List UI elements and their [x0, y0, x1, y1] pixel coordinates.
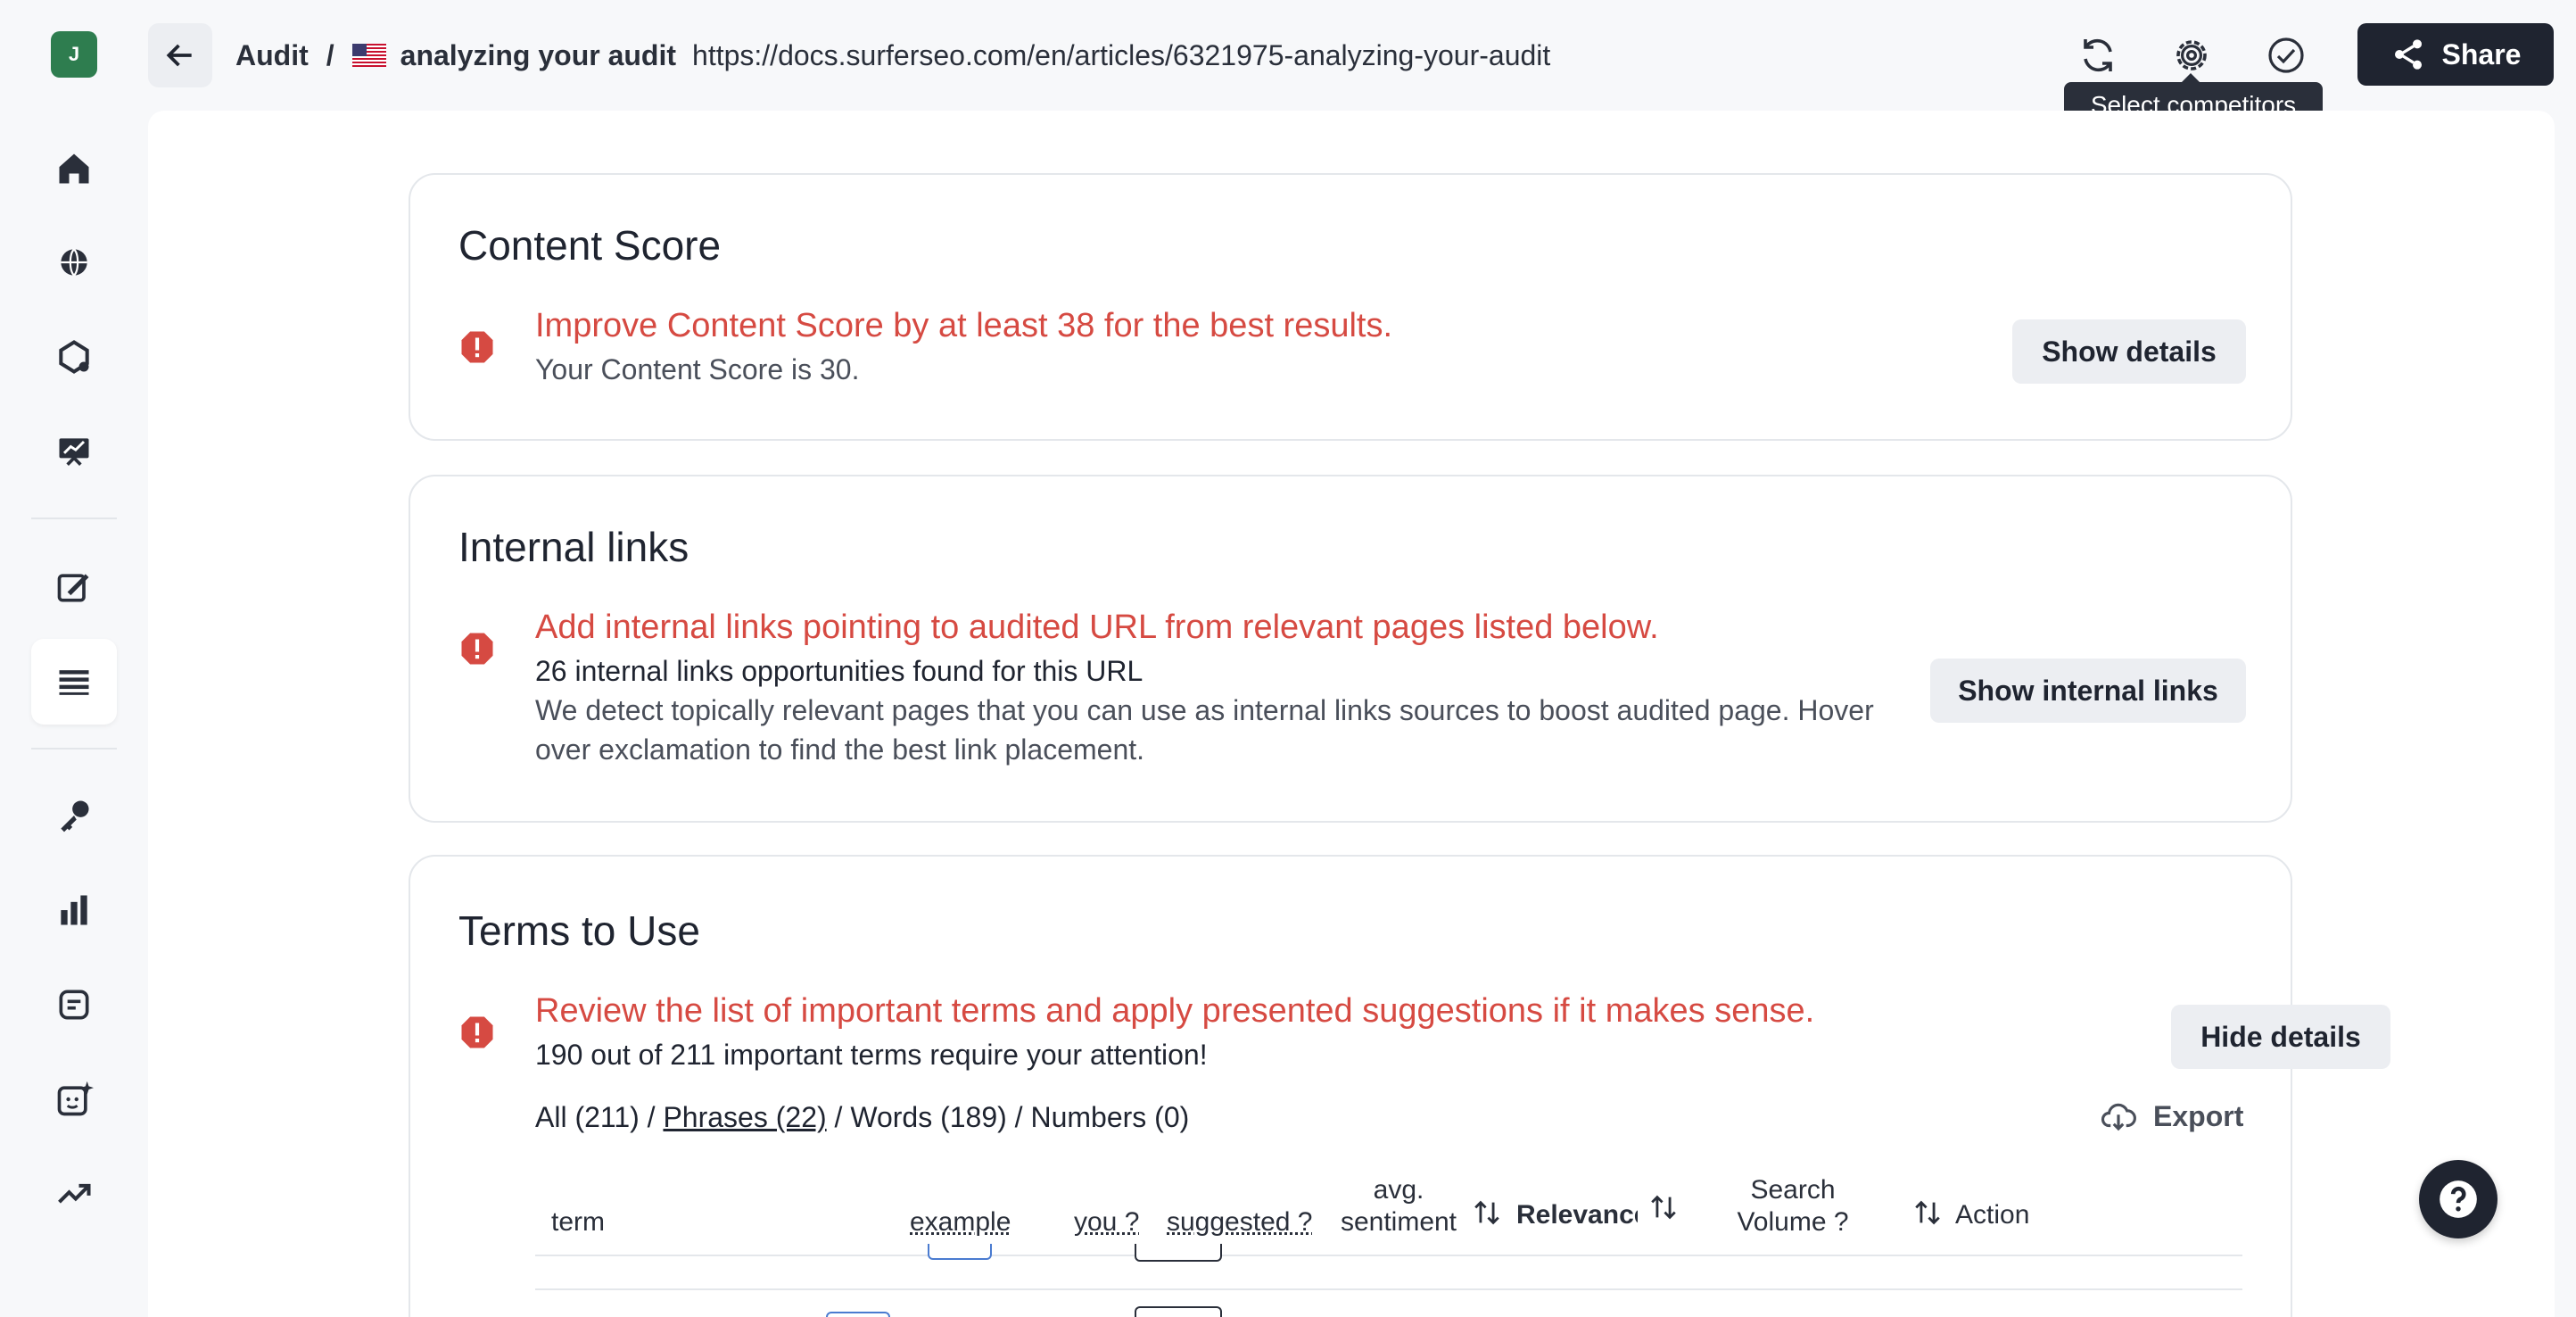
row-example-box[interactable] [1135, 1244, 1222, 1262]
arrow-left-icon [166, 44, 192, 67]
filter-numbers[interactable]: Numbers (0) [1030, 1101, 1189, 1134]
terms-title: Terms to Use [458, 907, 700, 954]
sidebar: J [0, 0, 148, 1317]
ai-sparkle-icon[interactable] [31, 1056, 117, 1142]
back-button[interactable] [148, 23, 212, 87]
internal-links-title: Internal links [458, 524, 689, 570]
bar-chart-icon[interactable] [31, 867, 117, 953]
alert-octagon-icon [461, 331, 493, 363]
trending-icon[interactable] [31, 1151, 117, 1237]
column-sentiment-label: sentiment [1340, 1207, 1457, 1237]
column-you[interactable]: you ? [1074, 1206, 1139, 1238]
content-score-title: Content Score [458, 222, 722, 269]
alert-octagon-icon [461, 633, 493, 665]
breadcrumb-separator: / [326, 38, 334, 71]
page-title: analyzing your audit [400, 38, 677, 71]
breadcrumb: Audit / analyzing your audit https://doc… [235, 32, 1550, 79]
main-panel: Content Score Improve Content Score by a… [148, 111, 2555, 1317]
row-badge [928, 1244, 992, 1260]
breadcrumb-audit[interactable]: Audit [235, 39, 309, 72]
table-row-divider [535, 1288, 2242, 1290]
us-flag-icon [351, 44, 386, 67]
sort-icon[interactable] [1472, 1197, 1502, 1228]
export-button[interactable]: Export [2100, 1098, 2243, 1135]
share-button[interactable]: Share [2357, 23, 2554, 86]
column-action[interactable]: Action [1955, 1199, 2029, 1231]
show-internal-links-button[interactable]: Show internal links [1930, 658, 2246, 723]
column-search-label: Search [1750, 1175, 1836, 1205]
filter-separator: / [639, 1101, 664, 1133]
filter-separator: / [1006, 1101, 1031, 1133]
avatar[interactable]: J [51, 31, 97, 78]
cloud-download-icon [2101, 1103, 2136, 1131]
internal-links-card: Internal links Add internal links pointi… [409, 475, 2292, 823]
table-header-divider [535, 1255, 2242, 1256]
column-example[interactable]: example [910, 1206, 1011, 1238]
plugin-icon[interactable] [31, 314, 117, 400]
column-suggested[interactable]: suggested ? [1167, 1206, 1312, 1238]
share-label: Share [2441, 37, 2522, 70]
internal-links-detail: 26 internal links opportunities found fo… [535, 655, 1144, 687]
column-avg-label: avg. [1373, 1175, 1424, 1205]
column-volume-label: Volume ? [1737, 1207, 1849, 1237]
term-filters: All (211) / Phrases (22) / Words (189) /… [535, 1101, 1189, 1134]
column-search-volume[interactable]: Search Volume ? [1721, 1174, 1864, 1238]
sidebar-divider [31, 518, 117, 519]
refresh-icon[interactable] [2069, 27, 2126, 84]
sort-icon[interactable] [1912, 1197, 1943, 1228]
filter-all[interactable]: All (211) [535, 1101, 640, 1134]
column-relevance[interactable]: Relevance [1516, 1199, 1638, 1231]
page-url: https://docs.surferseo.com/en/articles/6… [692, 38, 1551, 71]
sidebar-divider [31, 748, 117, 750]
question-icon [2440, 1180, 2477, 1218]
filter-separator: / [826, 1101, 851, 1133]
terms-card: Terms to Use Review the list of importan… [409, 855, 2390, 1317]
key-icon[interactable] [31, 773, 117, 858]
show-details-button[interactable]: Show details [2012, 319, 2246, 384]
content-score-detail: Your Content Score is 30. [535, 353, 860, 385]
internal-links-alert: Add internal links pointing to audited U… [535, 609, 1659, 646]
export-label: Export [2153, 1099, 2244, 1132]
filter-phrases[interactable]: Phrases (22) [663, 1101, 826, 1134]
content-score-alert: Improve Content Score by at least 38 for… [535, 307, 1393, 344]
internal-links-description: We detect topically relevant pages that … [535, 694, 1874, 766]
share-icon [2394, 39, 2422, 70]
hide-details-button[interactable]: Hide details [2171, 1005, 2390, 1069]
home-icon[interactable] [31, 126, 117, 211]
content-score-card: Content Score Improve Content Score by a… [409, 173, 2292, 441]
column-avg-sentiment[interactable]: avg. sentiment [1338, 1174, 1459, 1238]
document-icon[interactable] [31, 962, 117, 1048]
terms-alert: Review the list of important terms and a… [535, 992, 1815, 1030]
check-circle-icon[interactable] [2258, 27, 2315, 84]
editor-icon[interactable] [31, 544, 117, 630]
row-badge [826, 1312, 890, 1317]
globe-icon[interactable] [31, 220, 117, 305]
audit-list-icon[interactable] [31, 639, 117, 725]
sort-icon[interactable] [1648, 1192, 1679, 1222]
terms-detail: 190 out of 211 important terms require y… [535, 1039, 1208, 1071]
row-example-box[interactable] [1135, 1306, 1222, 1317]
column-term[interactable]: term [551, 1206, 605, 1238]
alert-octagon-icon [461, 1016, 493, 1048]
help-button[interactable] [2419, 1160, 2498, 1238]
presentation-chart-icon[interactable] [31, 409, 117, 494]
filter-words[interactable]: Words (189) [850, 1101, 1006, 1134]
